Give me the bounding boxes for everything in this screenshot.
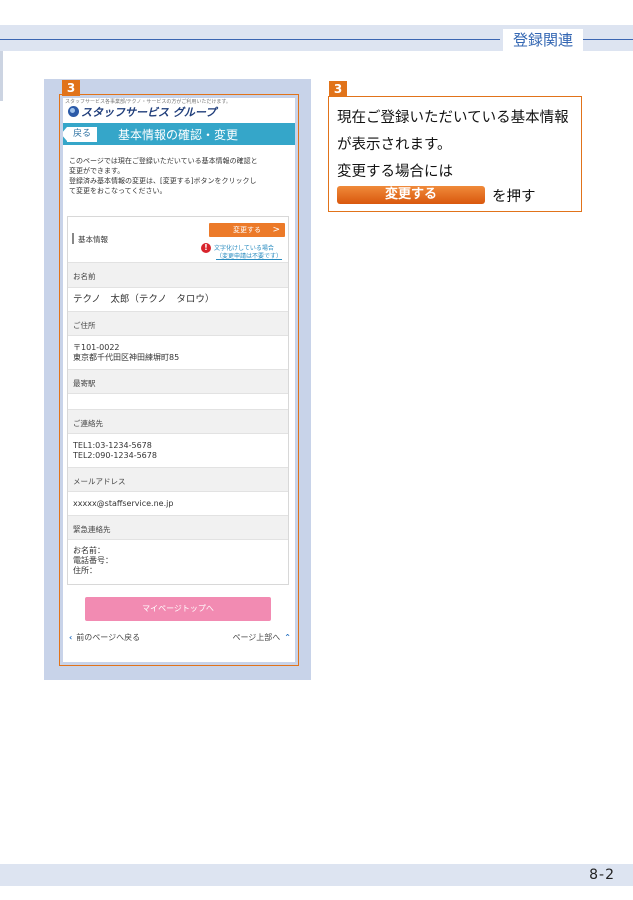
- description-line: 登録済み基本情報の変更は、[変更する]ボタンをクリックし: [69, 177, 257, 185]
- explanation-badge: 3: [329, 81, 347, 97]
- chevron-up-icon: ⌃: [284, 633, 291, 642]
- field-label: 最寄駅: [73, 379, 96, 388]
- field-label: お名前: [73, 272, 96, 281]
- field-value: 東京都千代田区神田練塀町85: [73, 353, 180, 362]
- footer-band: [0, 864, 633, 886]
- change-button-label: 変更する: [233, 226, 261, 234]
- field-value: TEL2:090-1234-5678: [73, 451, 157, 460]
- page-title: 基本情報の確認・変更: [118, 128, 239, 142]
- warning-note[interactable]: （変更申請は不要です）: [216, 251, 282, 260]
- table-row: 〒101-0022 東京都千代田区神田練塀町85: [68, 336, 288, 370]
- field-value: 住所：: [73, 566, 97, 575]
- warning-icon: !: [201, 243, 211, 253]
- kihon-marker: [72, 233, 74, 244]
- page-top-label: ページ上部へ: [232, 633, 281, 642]
- mypage-top-button[interactable]: マイページトップへ: [85, 597, 271, 621]
- table-row: テクノ 太郎（テクノ タロウ）: [68, 288, 288, 312]
- table-row: 最寄駅: [68, 370, 288, 394]
- prev-page-label: 前のページへ戻る: [76, 633, 141, 642]
- table-row: TEL1:03-1234-5678 TEL2:090-1234-5678: [68, 434, 288, 468]
- field-label: 緊急連絡先: [73, 525, 111, 534]
- description-line: て変更をおこなってください。: [69, 187, 167, 195]
- field-value: 電話番号：: [73, 556, 113, 565]
- table-row: お名前： 電話番号： 住所：: [68, 540, 288, 584]
- chevron-left-icon: ‹: [69, 633, 73, 642]
- table-row: 緊急連絡先: [68, 516, 288, 540]
- header-rule-left: [0, 39, 500, 40]
- explanation-push: を押す: [492, 189, 536, 205]
- field-value: お名前：: [73, 546, 105, 555]
- description-line: このページでは現在ご登録いただいている基本情報の確認と: [69, 157, 258, 165]
- explanation-line: が表示されます。: [337, 137, 452, 153]
- table-row: xxxxx@staffservice.ne.jp: [68, 492, 288, 516]
- field-label: ご連絡先: [73, 419, 103, 428]
- table-row: ご連絡先: [68, 410, 288, 434]
- field-label: ご住所: [73, 321, 96, 330]
- table-row: メールアドレス: [68, 468, 288, 492]
- table-row: ご住所: [68, 312, 288, 336]
- chevron-right-icon: >: [272, 225, 280, 235]
- field-value: 〒101-0022: [73, 343, 120, 352]
- table-row: お名前: [68, 263, 288, 288]
- explanation-line: 現在ご登録いただいている基本情報: [337, 110, 569, 126]
- info-table: 基本情報 変更する > ! 文字化けしている場合 （変更申請は不要です） お名前…: [67, 216, 289, 585]
- field-value: テクノ 太郎（テクノ タロウ）: [73, 294, 215, 305]
- back-button[interactable]: 戻る: [63, 127, 97, 142]
- field-value: TEL1:03-1234-5678: [73, 441, 152, 450]
- change-button[interactable]: 変更する >: [209, 223, 285, 237]
- description-line: 変更ができます。: [69, 167, 125, 175]
- table-row: [68, 394, 288, 410]
- prev-page-link[interactable]: ‹ 前のページへ戻る: [69, 632, 140, 643]
- logo-icon: [68, 106, 79, 117]
- kihon-row: 基本情報 変更する > ! 文字化けしている場合 （変更申請は不要です）: [68, 217, 288, 263]
- left-edge-tab: [0, 51, 3, 101]
- field-value: xxxxx@staffservice.ne.jp: [73, 499, 174, 508]
- page-top-link[interactable]: ページ上部へ ⌃: [232, 632, 291, 643]
- page-description: このページでは現在ご登録いただいている基本情報の確認と 変更ができます。 登録済…: [69, 156, 291, 196]
- header-rule-right: [583, 39, 633, 40]
- title-bar: 戻る 基本情報の確認・変更: [63, 123, 295, 145]
- section-title: 登録関連: [503, 29, 583, 51]
- explanation-line: 変更する場合には: [337, 164, 453, 180]
- field-label: メールアドレス: [73, 477, 126, 486]
- phone-screen: スタッフサービス各事業部/テクノ・サービスの方がご利用いただけます。 スタッフサ…: [63, 98, 295, 662]
- page-number: 8-2: [589, 867, 615, 883]
- change-button-sample: 変更する: [337, 186, 485, 204]
- kihon-label: 基本情報: [78, 235, 108, 244]
- explanation-box: 現在ご登録いただいている基本情報 が表示されます。 変更する場合には 変更する …: [328, 96, 582, 212]
- logo-text: スタッフサービス グループ: [81, 106, 217, 119]
